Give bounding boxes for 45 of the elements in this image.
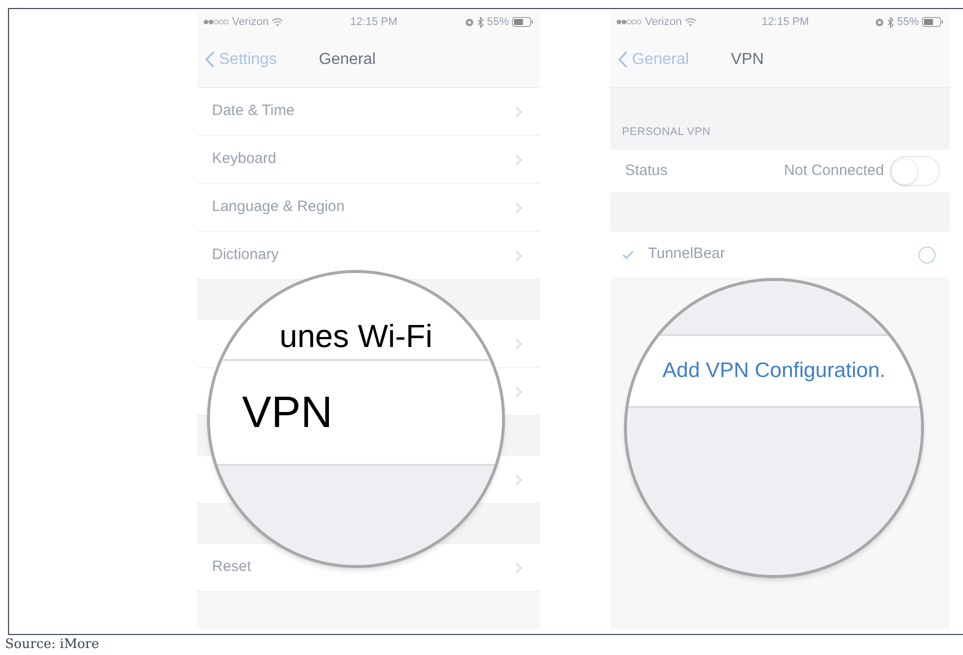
magnified-text: unes Wi-Fi: [280, 317, 432, 355]
back-button[interactable]: Settings: [197, 48, 277, 72]
carrier-name: Verizon: [232, 14, 269, 30]
section-header: PERSONAL VPN: [622, 124, 710, 140]
wifi-icon: [272, 18, 283, 26]
vpn-config-row[interactable]: TunnelBear: [610, 232, 950, 277]
signal-dots-icon: [203, 19, 229, 25]
chevron-icon: [515, 202, 522, 214]
toggle-switch[interactable]: [890, 156, 940, 186]
chevron-icon: [515, 386, 522, 398]
settings-row[interactable]: Keyboard: [197, 136, 540, 184]
lock-rotation-icon: [874, 18, 884, 26]
source-caption: Source: iMore: [5, 637, 100, 652]
signal-dots-icon: [616, 19, 642, 25]
chevron-icon: [515, 474, 522, 486]
battery-percent: 55%: [486, 14, 509, 30]
nav-title: VPN: [730, 50, 764, 70]
battery-icon: [512, 17, 534, 27]
carrier-name: Verizon: [645, 14, 682, 30]
nav-title: General: [318, 50, 376, 70]
chevron-icon: [515, 106, 522, 118]
chevron-icon: [515, 250, 522, 262]
bluetooth-icon: [886, 16, 894, 28]
back-chevron-icon: [205, 51, 215, 68]
status-time: 12:15 PM: [350, 14, 398, 30]
status-value: Not Connected: [784, 160, 884, 181]
add-configuration-link[interactable]: Add VPN Configuration.: [662, 355, 886, 387]
back-chevron-icon: [618, 51, 628, 68]
settings-row[interactable]: Dictionary: [197, 232, 540, 280]
back-button[interactable]: General: [610, 48, 689, 72]
magnified-text: VPN: [242, 386, 332, 438]
status-time: 12:15 PM: [762, 14, 809, 30]
info-icon: [918, 246, 936, 264]
lock-rotation-icon: [464, 18, 474, 26]
chevron-icon: [515, 338, 522, 350]
settings-row[interactable]: Language & Region: [197, 184, 540, 232]
wifi-icon: [684, 18, 696, 26]
chevron-icon: [515, 154, 522, 166]
row-label: Status: [625, 160, 668, 181]
settings-row[interactable]: Date & Time: [197, 88, 540, 136]
bluetooth-icon: [476, 16, 484, 28]
chevron-icon: [515, 562, 522, 574]
row-label: TunnelBear: [648, 244, 725, 264]
battery-icon: [922, 17, 944, 27]
battery-percent: 55%: [896, 14, 919, 30]
